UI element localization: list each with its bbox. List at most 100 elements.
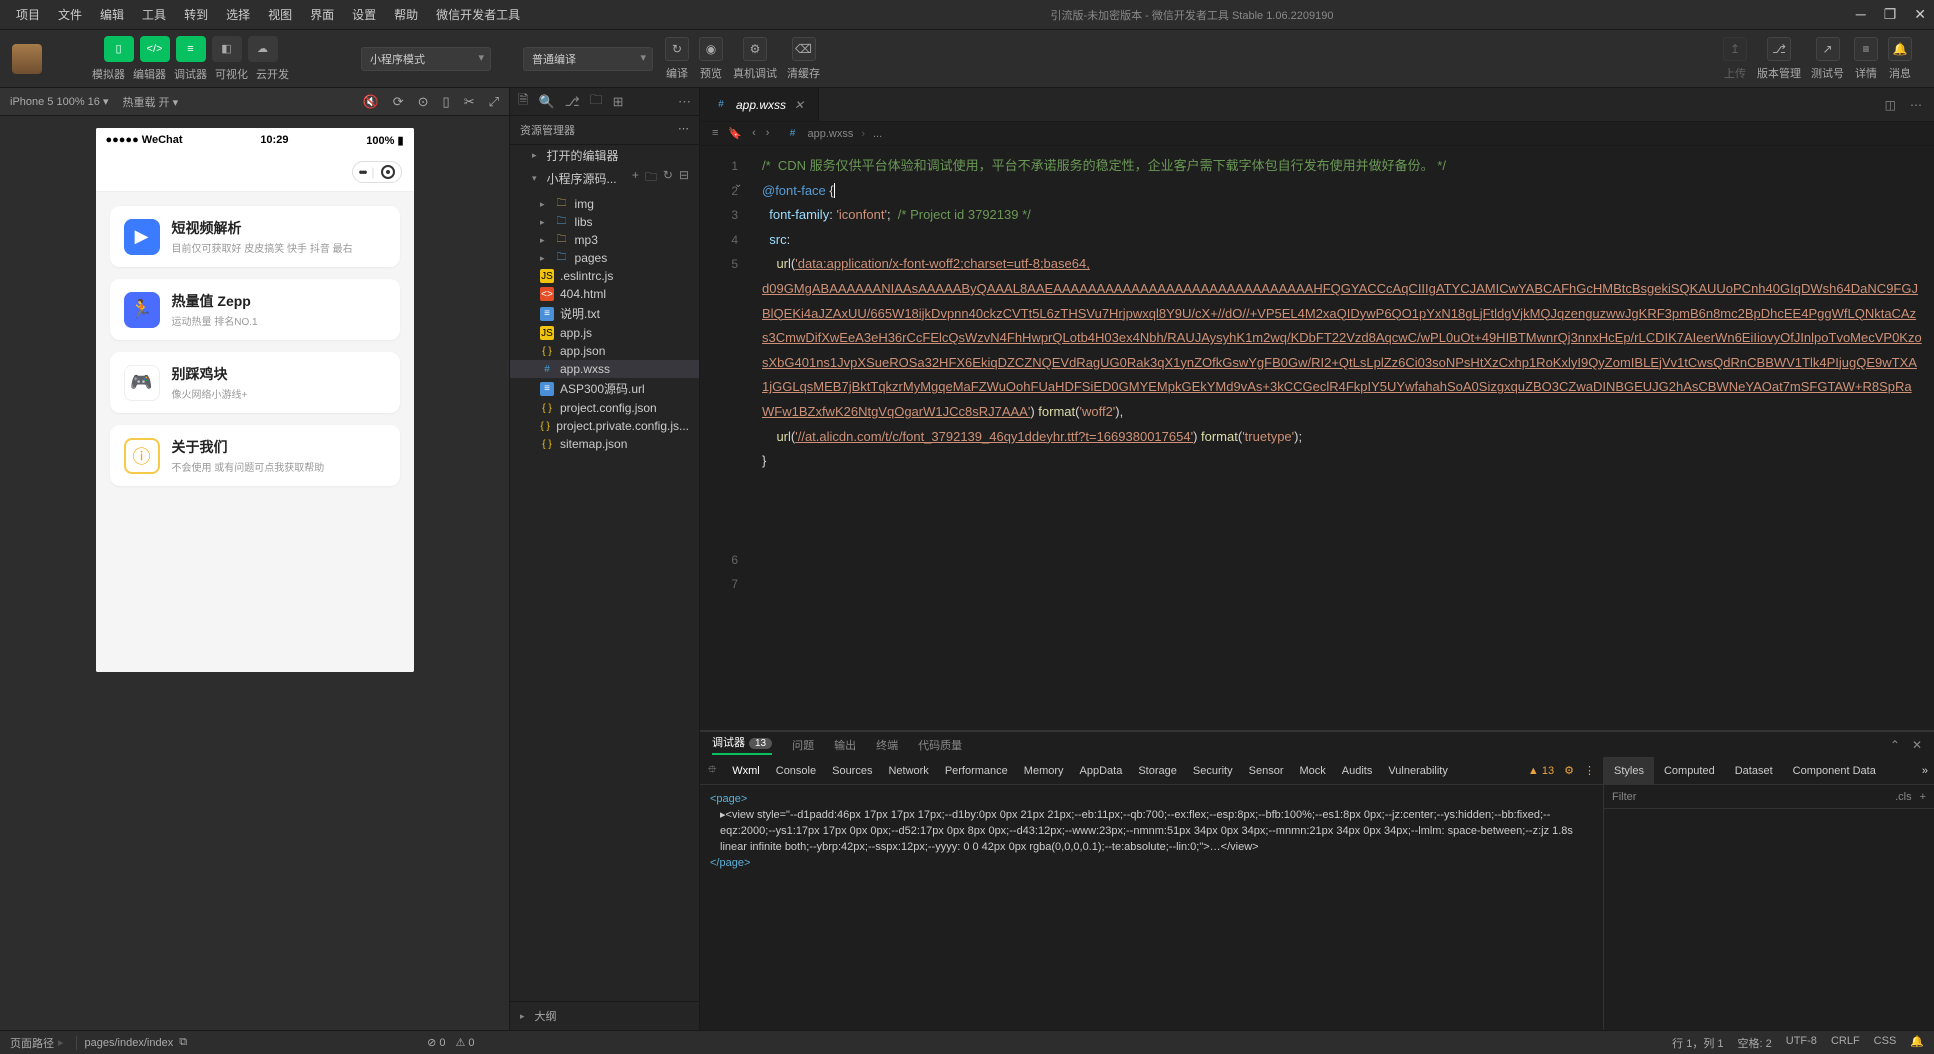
styles-tab[interactable]: Styles — [1604, 757, 1654, 784]
tab-close-icon[interactable]: ✕ — [794, 98, 804, 112]
styles-filter-input[interactable]: Filter — [1612, 791, 1636, 803]
panel-tab-terminal[interactable]: 终端 — [876, 737, 898, 753]
menu-view[interactable]: 视图 — [260, 2, 300, 27]
panel-expand-icon[interactable]: ⌃ — [1890, 738, 1900, 752]
menu-settings[interactable]: 设置 — [344, 2, 384, 27]
copy-path-icon[interactable]: ⧉ — [179, 1036, 187, 1049]
breadcrumb-file[interactable]: app.wxss — [807, 128, 853, 140]
devtools-tab-console[interactable]: Console — [776, 765, 816, 777]
menu-select[interactable]: 选择 — [218, 2, 258, 27]
devtools-tab-performance[interactable]: Performance — [945, 765, 1008, 777]
computed-tab[interactable]: Computed — [1654, 757, 1725, 784]
language-mode[interactable]: CSS — [1874, 1035, 1897, 1051]
menu-help[interactable]: 帮助 — [386, 2, 426, 27]
devtools-tab-storage[interactable]: Storage — [1138, 765, 1177, 777]
warning-badge[interactable]: ▲ 13 — [1528, 765, 1554, 777]
card-about[interactable]: ⓘ关于我们不会使用 或有问题可点我获取帮助 — [110, 425, 400, 486]
file-404-html[interactable]: <>404.html — [510, 285, 699, 303]
devtools-tab-wxml[interactable]: Wxml — [732, 765, 760, 777]
sim-refresh-icon[interactable]: ⟳ — [393, 94, 404, 110]
editor-button[interactable]: </> — [140, 36, 170, 62]
fold-icon[interactable]: ⌄ — [734, 179, 742, 190]
indent-setting[interactable]: 空格: 2 — [1738, 1035, 1772, 1051]
panel-tab-quality[interactable]: 代码质量 — [918, 737, 962, 753]
devtools-more-icon[interactable]: ⋮ — [1584, 764, 1595, 777]
file--eslintrc-js[interactable]: JS.eslintrc.js — [510, 267, 699, 285]
explorer-folder-icon[interactable]: 🗀 — [590, 91, 603, 113]
code-area[interactable]: /* CDN 服务仅供平台体验和调试使用，平台不承诺服务的稳定性，企业客户需下载… — [750, 146, 1934, 730]
cloud-dev-button[interactable]: ☁ — [248, 36, 278, 62]
refresh-icon[interactable]: ↻ — [663, 168, 673, 189]
explorer-search-icon[interactable]: 🔍 — [538, 94, 554, 110]
menu-interface[interactable]: 界面 — [302, 2, 342, 27]
clear-cache-icon[interactable]: ⌫ — [792, 37, 816, 61]
preview-icon[interactable]: ◉ — [699, 37, 723, 61]
devtools-tab-vulnerability[interactable]: Vulnerability — [1388, 765, 1448, 777]
breadcrumb-more[interactable]: ... — [873, 128, 882, 140]
page-path[interactable]: pages/index/index — [85, 1037, 174, 1049]
explorer-more-icon[interactable]: ⋯ — [678, 94, 691, 110]
explorer-ext-icon[interactable]: ⊞ — [613, 94, 624, 110]
sim-mute-icon[interactable]: 🔇 — [363, 94, 379, 110]
capsule-button[interactable]: •••| — [352, 161, 402, 183]
sim-home-icon[interactable]: ⊙ — [418, 94, 429, 110]
devtools-settings-icon[interactable]: ⚙ — [1564, 764, 1574, 777]
compile-icon[interactable]: ↻ — [665, 37, 689, 61]
maximize-icon[interactable]: ❐ — [1884, 6, 1897, 23]
minimize-icon[interactable]: ─ — [1856, 6, 1866, 23]
remote-debug-icon[interactable]: ⚙ — [743, 37, 767, 61]
devtools-tab-sources[interactable]: Sources — [832, 765, 872, 777]
devtools-tab-mock[interactable]: Mock — [1299, 765, 1325, 777]
version-icon[interactable]: ⎇ — [1767, 37, 1791, 61]
menu-file[interactable]: 文件 — [50, 2, 90, 27]
debugger-button[interactable]: ≡ — [176, 36, 206, 62]
file-sitemap-json[interactable]: { }sitemap.json — [510, 435, 699, 453]
message-icon[interactable]: 🔔 — [1888, 37, 1912, 61]
panel-tab-problems[interactable]: 问题 — [792, 737, 814, 753]
devtools-tab-sensor[interactable]: Sensor — [1249, 765, 1284, 777]
card-calorie[interactable]: 🏃热量值 Zepp运动热量 排名NO.1 — [110, 279, 400, 340]
opened-editors-section[interactable]: ▸打开的编辑器 — [510, 145, 699, 166]
menu-tools[interactable]: 工具 — [134, 2, 174, 27]
devtools-tab-network[interactable]: Network — [888, 765, 928, 777]
collapse-icon[interactable]: ⊟ — [679, 168, 689, 189]
editor-split-icon[interactable]: ◫ — [1885, 98, 1896, 112]
menu-project[interactable]: 项目 — [8, 2, 48, 27]
mode-select[interactable]: 小程序模式 — [361, 47, 491, 71]
card-video-parse[interactable]: ▶短视频解析目前仅可获取好 皮皮搞笑 快手 抖音 最右 — [110, 206, 400, 267]
explorer-menu-icon[interactable]: ⋯ — [678, 122, 689, 138]
styles-more-icon[interactable]: » — [1916, 757, 1934, 784]
notify-icon[interactable]: 🔔 — [1910, 1035, 1924, 1051]
eol[interactable]: CRLF — [1831, 1035, 1860, 1051]
file-libs[interactable]: ▸🗀libs — [510, 213, 699, 231]
bc-fwd-icon[interactable]: › — [766, 127, 770, 140]
add-style-icon[interactable]: + — [1920, 791, 1926, 803]
file-project-config-json[interactable]: { }project.config.json — [510, 399, 699, 417]
compile-select[interactable]: 普通编译 — [523, 47, 653, 71]
detail-icon[interactable]: ≡ — [1854, 37, 1878, 61]
file-app-wxss[interactable]: #app.wxss — [510, 360, 699, 378]
user-avatar[interactable] — [12, 44, 42, 74]
outline-section[interactable]: ▸大纲 — [510, 1001, 699, 1030]
device-select[interactable]: iPhone 5 100% 16 ▾ — [10, 95, 109, 108]
bc-list-icon[interactable]: ≡ — [712, 127, 718, 140]
card-game[interactable]: 🎮别踩鸡块像火网络小游线+ — [110, 352, 400, 413]
file-ASP300---url[interactable]: ≡ASP300源码.url — [510, 378, 699, 399]
upload-icon[interactable]: ↥ — [1723, 37, 1747, 61]
panel-tab-output[interactable]: 输出 — [834, 737, 856, 753]
hot-reload-toggle[interactable]: 热重载 开 ▾ — [123, 94, 179, 110]
explorer-git-icon[interactable]: ⎇ — [565, 94, 580, 110]
cls-toggle[interactable]: .cls — [1895, 791, 1912, 803]
file-mp3[interactable]: ▸🗀mp3 — [510, 231, 699, 249]
sim-cut-icon[interactable]: ✂ — [464, 94, 475, 110]
file-project-private-config-js---[interactable]: { }project.private.config.js... — [510, 417, 699, 435]
editor-more-icon[interactable]: ⋯ — [1910, 98, 1922, 112]
wxml-tree[interactable]: <page> ▸<view style="--d1padd:46px 17px … — [700, 785, 1603, 1030]
panel-close-icon[interactable]: ✕ — [1912, 738, 1922, 752]
test-account-icon[interactable]: ↗ — [1816, 37, 1840, 61]
dataset-tab[interactable]: Dataset — [1725, 757, 1783, 784]
component-data-tab[interactable]: Component Data — [1783, 757, 1886, 784]
devtools-tab-appdata[interactable]: AppData — [1080, 765, 1123, 777]
file-img[interactable]: ▸🗀img — [510, 195, 699, 213]
explorer-files-icon[interactable]: 🗎 — [518, 91, 528, 113]
